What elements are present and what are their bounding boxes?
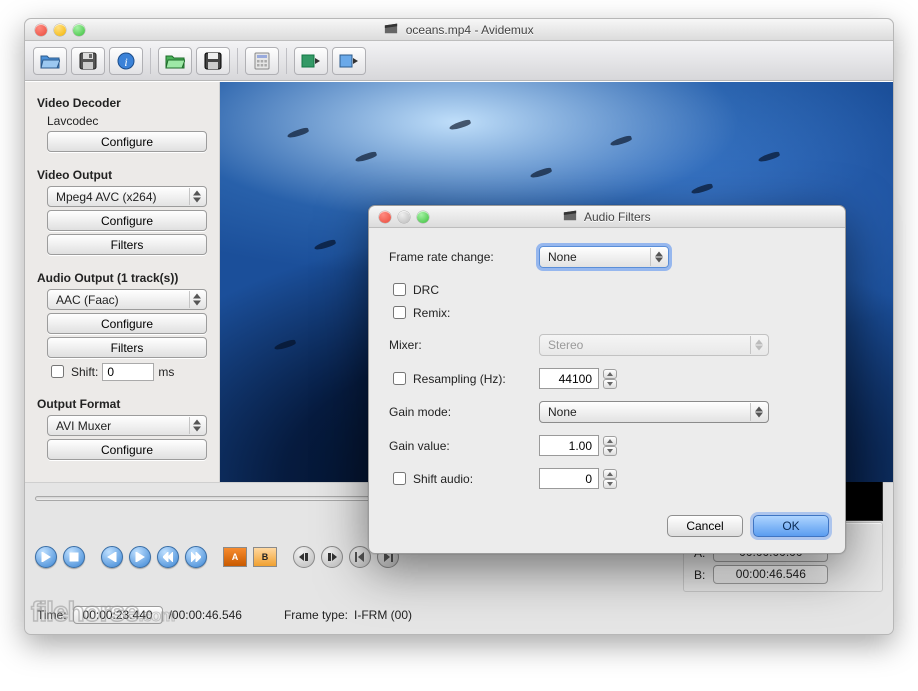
clapperboard-icon bbox=[563, 208, 577, 225]
output-format-select[interactable]: AVI Muxer bbox=[47, 415, 207, 436]
selection-b-value[interactable]: 00:00:46.546 bbox=[713, 565, 828, 584]
mixer-select: Stereo bbox=[539, 334, 769, 356]
chevron-updown-icon bbox=[750, 336, 766, 354]
audio-output-title: Audio Output (1 track(s)) bbox=[37, 271, 209, 285]
audio-output-selected: AAC (Faac) bbox=[56, 293, 119, 307]
minimize-icon[interactable] bbox=[54, 24, 66, 36]
resampling-stepper[interactable] bbox=[603, 369, 617, 389]
dialog-title: Audio Filters bbox=[584, 210, 651, 224]
resampling-input[interactable] bbox=[539, 368, 599, 389]
gain-value-input[interactable] bbox=[539, 435, 599, 456]
duration-value: /00:00:46.546 bbox=[169, 608, 242, 622]
shift-audio-input[interactable] bbox=[539, 468, 599, 489]
audio-output-select[interactable]: AAC (Faac) bbox=[47, 289, 207, 310]
frametype-label: Frame type: bbox=[284, 608, 348, 622]
toolbar-separator bbox=[150, 48, 151, 74]
gain-mode-label: Gain mode: bbox=[389, 405, 539, 419]
toolbar-save-button[interactable] bbox=[71, 47, 105, 75]
chevron-updown-icon bbox=[189, 417, 204, 434]
remix-label: Remix: bbox=[413, 306, 450, 320]
svg-text:i: i bbox=[124, 55, 127, 69]
drc-checkbox[interactable] bbox=[393, 283, 406, 296]
audio-shift-input[interactable] bbox=[102, 363, 154, 381]
video-output-title: Video Output bbox=[37, 168, 209, 182]
prev-frame-button[interactable] bbox=[101, 546, 123, 568]
video-output-selected: Mpeg4 AVC (x264) bbox=[56, 190, 157, 204]
stop-button[interactable] bbox=[63, 546, 85, 568]
video-output-filters-button[interactable]: Filters bbox=[47, 234, 207, 255]
toolbar-folder-open-button[interactable] bbox=[158, 47, 192, 75]
toolbar-calculator-button[interactable] bbox=[245, 47, 279, 75]
prev-black-frame-button[interactable] bbox=[293, 546, 315, 568]
main-titlebar: oceans.mp4 - Avidemux bbox=[25, 19, 893, 41]
toolbar-export-button[interactable] bbox=[332, 47, 366, 75]
framerate-select[interactable]: None bbox=[539, 246, 669, 268]
toolbar-separator bbox=[286, 48, 287, 74]
minimize-icon bbox=[398, 211, 410, 223]
cancel-button[interactable]: Cancel bbox=[667, 515, 743, 537]
video-decoder-title: Video Decoder bbox=[37, 96, 209, 110]
audio-shift-checkbox[interactable] bbox=[51, 365, 64, 378]
gain-mode-select[interactable]: None bbox=[539, 401, 769, 423]
shift-audio-stepper[interactable] bbox=[603, 469, 617, 489]
ok-button[interactable]: OK bbox=[753, 515, 829, 537]
gain-mode-value: None bbox=[548, 405, 577, 419]
play-button[interactable] bbox=[35, 546, 57, 568]
toolbar-save-disk-button[interactable] bbox=[196, 47, 230, 75]
window-title: oceans.mp4 - Avidemux bbox=[406, 23, 534, 37]
audio-shift-unit: ms bbox=[158, 365, 174, 379]
frametype-value: I-FRM (00) bbox=[354, 608, 412, 622]
audio-shift-label: Shift: bbox=[71, 365, 98, 379]
gain-value-stepper[interactable] bbox=[603, 436, 617, 456]
next-black-frame-button[interactable] bbox=[321, 546, 343, 568]
zoom-icon[interactable] bbox=[73, 24, 85, 36]
zoom-icon[interactable] bbox=[417, 211, 429, 223]
next-frame-button[interactable] bbox=[129, 546, 151, 568]
output-format-selected: AVI Muxer bbox=[56, 419, 111, 433]
main-toolbar: i bbox=[25, 41, 893, 81]
audio-output-configure-button[interactable]: Configure bbox=[47, 313, 207, 334]
toolbar-info-button[interactable]: i bbox=[109, 47, 143, 75]
framerate-value: None bbox=[548, 250, 577, 264]
audio-filters-dialog: Audio Filters Frame rate change: None DR… bbox=[368, 205, 846, 554]
video-decoder-codec: Lavcodec bbox=[47, 114, 209, 128]
framerate-label: Frame rate change: bbox=[389, 250, 539, 264]
mixer-value: Stereo bbox=[548, 338, 583, 352]
chevron-updown-icon bbox=[189, 188, 204, 205]
remix-checkbox[interactable] bbox=[393, 306, 406, 319]
close-icon[interactable] bbox=[379, 211, 391, 223]
set-marker-b-button[interactable]: B bbox=[253, 547, 277, 567]
toolbar-separator bbox=[237, 48, 238, 74]
video-output-configure-button[interactable]: Configure bbox=[47, 210, 207, 231]
toolbar-open-button[interactable] bbox=[33, 47, 67, 75]
output-format-title: Output Format bbox=[37, 397, 209, 411]
sidebar: Video Decoder Lavcodec Configure Video O… bbox=[25, 82, 220, 482]
selection-b-label: B: bbox=[694, 568, 705, 582]
resampling-checkbox[interactable] bbox=[393, 372, 406, 385]
chevron-updown-icon bbox=[650, 248, 666, 266]
app-window: oceans.mp4 - Avidemux i Video Decoder La… bbox=[24, 18, 894, 635]
time-label: Time: bbox=[37, 608, 67, 622]
video-output-select[interactable]: Mpeg4 AVC (x264) bbox=[47, 186, 207, 207]
prev-keyframe-button[interactable] bbox=[157, 546, 179, 568]
chevron-updown-icon bbox=[750, 403, 766, 421]
time-value[interactable]: 00:00:23.440 bbox=[73, 606, 163, 624]
video-decoder-configure-button[interactable]: Configure bbox=[47, 131, 207, 152]
output-format-configure-button[interactable]: Configure bbox=[47, 439, 207, 460]
drc-label: DRC bbox=[413, 283, 439, 297]
audio-output-filters-button[interactable]: Filters bbox=[47, 337, 207, 358]
status-bar: Time: 00:00:23.440 /00:00:46.546 Frame t… bbox=[25, 600, 893, 634]
clapperboard-icon bbox=[384, 21, 398, 38]
shift-audio-checkbox[interactable] bbox=[393, 472, 406, 485]
set-marker-a-button[interactable]: A bbox=[223, 547, 247, 567]
close-icon[interactable] bbox=[35, 24, 47, 36]
gain-value-label: Gain value: bbox=[389, 439, 539, 453]
mixer-label: Mixer: bbox=[389, 338, 539, 352]
chevron-updown-icon bbox=[189, 291, 204, 308]
dialog-titlebar: Audio Filters bbox=[369, 206, 845, 228]
resampling-label: Resampling (Hz): bbox=[413, 372, 506, 386]
next-keyframe-button[interactable] bbox=[185, 546, 207, 568]
shift-audio-label: Shift audio: bbox=[413, 472, 473, 486]
toolbar-play-filtered-button[interactable] bbox=[294, 47, 328, 75]
